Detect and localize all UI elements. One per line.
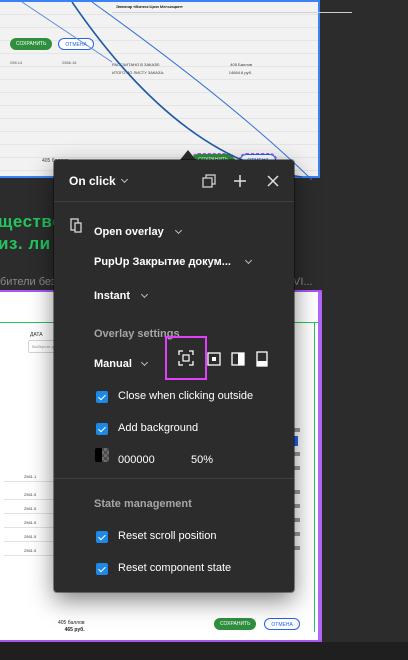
chevron-down-icon bbox=[140, 290, 149, 299]
background-fill-row: 000000 50% bbox=[54, 446, 294, 476]
canvas-subtitle: VI... bbox=[293, 276, 313, 288]
total-points: 405 баллов bbox=[58, 620, 85, 626]
add-background-label: Add background bbox=[118, 422, 199, 434]
state-management-section: State management bbox=[54, 490, 294, 520]
trigger-dropdown[interactable]: On click bbox=[69, 174, 128, 188]
canvas-bottom-bar bbox=[0, 642, 408, 660]
interaction-details-panel: On click Open overlay PupUp Закрытие док… bbox=[54, 160, 294, 592]
chevron-down-icon bbox=[174, 226, 183, 235]
position-options bbox=[54, 336, 294, 380]
copy-icon[interactable] bbox=[200, 172, 218, 190]
action-label: Open overlay bbox=[94, 226, 164, 238]
popover-caret bbox=[180, 150, 196, 160]
table-cell: 2561.5 bbox=[24, 492, 37, 497]
canvas-heading: из. ли bbox=[0, 234, 51, 253]
canvas-marker bbox=[294, 546, 300, 550]
canvas-marker bbox=[294, 504, 300, 508]
canvas-subtitle: бители без bbox=[0, 276, 56, 288]
chevron-down-icon bbox=[244, 256, 253, 265]
close-outside-option[interactable]: Close when clicking outside bbox=[54, 382, 294, 412]
canvas-marker bbox=[294, 466, 300, 470]
add-background-option[interactable]: Add background bbox=[54, 414, 294, 444]
top-frame-preview[interactable]: Элеонор «Винтик Цзин Мелынщин» Элеонор «… bbox=[0, 0, 352, 180]
close-outside-checkbox[interactable] bbox=[96, 391, 108, 403]
total-price: 465 руб. bbox=[64, 627, 85, 633]
reset-scroll-label: Reset scroll position bbox=[118, 530, 217, 542]
bottom-frame-pills: СОХРАНИТЬ ОТМЕНА bbox=[214, 618, 300, 630]
date-label: ДАТА bbox=[30, 332, 43, 338]
chevron-down-icon bbox=[120, 175, 128, 184]
close-outside-label: Close when clicking outside bbox=[118, 390, 254, 402]
reset-component-label: Reset component state bbox=[118, 562, 232, 574]
state-management-title: State management bbox=[94, 498, 192, 510]
canvas-marker bbox=[294, 428, 300, 432]
reset-scroll-option[interactable]: Reset scroll position bbox=[54, 522, 294, 552]
table-cell: 2561.5 bbox=[24, 534, 37, 539]
close-icon[interactable] bbox=[264, 172, 282, 190]
table-cell: 2561.5 bbox=[24, 548, 37, 553]
background-color-input[interactable]: 000000 bbox=[118, 454, 155, 466]
canvas-marker bbox=[294, 452, 300, 456]
cancel-pill: ОТМЕНА bbox=[264, 618, 300, 630]
destination-label: PupUp Закрытие докум... bbox=[94, 256, 231, 268]
animation-label: Instant bbox=[94, 290, 131, 302]
panel-header: On click bbox=[54, 160, 294, 202]
animation-dropdown[interactable]: Instant bbox=[54, 282, 294, 312]
canvas-marker bbox=[294, 532, 300, 536]
table-cell: 2561.1 bbox=[24, 474, 37, 479]
save-pill: СОХРАНИТЬ bbox=[214, 618, 257, 630]
canvas-heading: ществе bbox=[0, 212, 63, 231]
plus-icon[interactable] bbox=[231, 172, 249, 190]
canvas-marker bbox=[294, 518, 300, 522]
table-cell: 2561.5 bbox=[24, 506, 37, 511]
add-background-checkbox[interactable] bbox=[96, 423, 108, 435]
background-opacity-input[interactable]: 50% bbox=[191, 454, 213, 466]
destination-dropdown[interactable]: PupUp Закрытие докум... bbox=[54, 248, 294, 278]
reset-component-option[interactable]: Reset component state bbox=[54, 554, 294, 584]
section-divider bbox=[54, 478, 294, 479]
action-dropdown[interactable]: Open overlay bbox=[54, 218, 294, 248]
reset-scroll-checkbox[interactable] bbox=[96, 531, 108, 543]
canvas-marker bbox=[294, 490, 300, 494]
reset-component-checkbox[interactable] bbox=[96, 563, 108, 575]
canvas-dark-area bbox=[322, 290, 408, 642]
trigger-label: On click bbox=[69, 174, 116, 188]
bottom-position-icon[interactable] bbox=[245, 342, 279, 376]
guide-line bbox=[314, 322, 315, 632]
prototype-connection-lines bbox=[21, 2, 313, 180]
bottom-frame-total: 405 баллов 465 руб. bbox=[58, 620, 85, 634]
table-cell: 2561.5 bbox=[24, 520, 37, 525]
